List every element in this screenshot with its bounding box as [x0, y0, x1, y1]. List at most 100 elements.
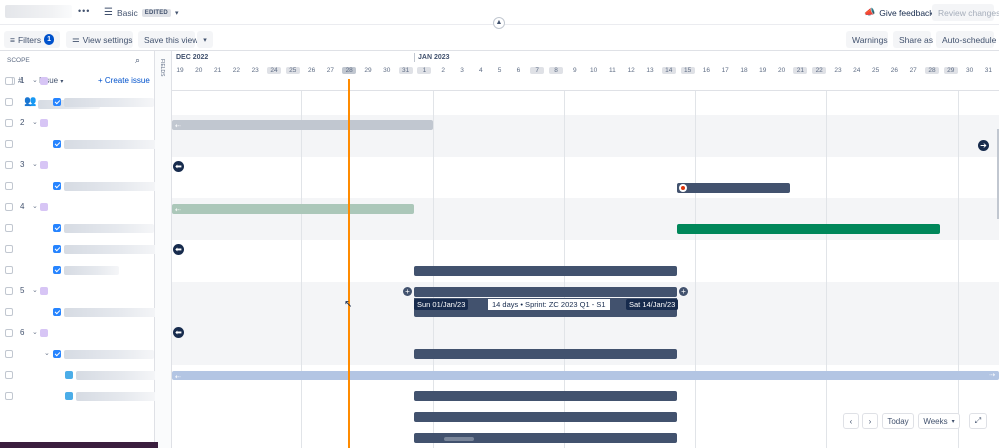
day-label: 8 [549, 67, 563, 74]
scroll-left-button[interactable]: ⬅ [173, 244, 184, 255]
project-name-blurred[interactable] [5, 5, 72, 18]
issue-bar-4b[interactable] [414, 287, 677, 297]
sliders-icon: ⚌ [72, 34, 80, 44]
issue-bar-3[interactable] [677, 224, 940, 234]
auto-schedule-button[interactable]: Auto-schedule [936, 31, 996, 48]
horizontal-scrollbar[interactable] [444, 437, 474, 441]
header-divider [172, 90, 999, 91]
collapse-header-button[interactable]: ▲ [493, 17, 505, 29]
week-gridline [695, 91, 696, 448]
give-feedback-button[interactable]: 📣 Give feedback [858, 4, 934, 21]
prev-period-button[interactable]: ‹ [843, 413, 859, 429]
day-label: 24 [853, 67, 861, 74]
filters-label: Filters [17, 34, 42, 45]
tooltip-start-date: Sun 01/Jan/23 [414, 299, 469, 310]
today-button[interactable]: Today [882, 413, 914, 429]
row-checkbox[interactable] [5, 266, 13, 274]
row-checkbox[interactable] [5, 224, 13, 232]
row-checkbox[interactable] [5, 350, 13, 358]
epic-icon [40, 77, 48, 85]
issue-title-blurred[interactable] [76, 371, 156, 380]
expand-row-icon[interactable]: ⌄ [32, 328, 38, 336]
epic-bar-6[interactable]: ⇠ ⇢ [172, 371, 999, 381]
save-view-button[interactable]: Save this view [138, 31, 198, 48]
row-checkbox[interactable] [5, 308, 13, 316]
fullscreen-button[interactable]: ⤢ [969, 413, 987, 429]
epic-icon [40, 329, 48, 337]
row-checkbox[interactable] [5, 392, 13, 400]
task-checkbox-icon [53, 245, 61, 253]
edited-badge: EDITED [141, 8, 171, 17]
app-window: ••• ☰ Basic EDITED ▾ 📣 Give feedback Rev… [0, 0, 999, 448]
zoom-weeks-select[interactable]: Weeks ▾ [918, 413, 960, 429]
issue-bar-6a[interactable] [414, 391, 677, 401]
epic-bar-1[interactable]: ⇠ [172, 120, 433, 130]
toolbar: ≡ Filters 1 ⚌ View settings Save this vi… [0, 29, 999, 51]
warnings-button[interactable]: Warnings [846, 31, 888, 48]
next-period-button[interactable]: › [862, 413, 878, 429]
day-label: 24 [267, 67, 281, 74]
resize-start-handle[interactable]: + [403, 287, 412, 296]
warnings-label: Warnings [852, 34, 888, 45]
row-checkbox[interactable] [5, 203, 13, 211]
expand-row-icon[interactable]: ⌄ [32, 76, 38, 84]
expand-row-icon[interactable]: ⌄ [32, 160, 38, 168]
day-label: 25 [285, 67, 300, 74]
expand-row-icon[interactable]: ⌄ [32, 118, 38, 126]
view-selector[interactable]: ☰ Basic EDITED ▾ [98, 4, 182, 21]
issue-title-blurred[interactable] [64, 308, 159, 317]
filters-button[interactable]: ≡ Filters 1 [4, 31, 60, 48]
scroll-left-button[interactable]: ⬅ [173, 327, 184, 338]
issue-title-blurred[interactable] [76, 392, 156, 401]
day-label: 5 [497, 67, 502, 74]
arrow-left-icon: ⇠ [175, 123, 181, 130]
row-checkbox[interactable] [5, 161, 13, 169]
epic-bar-3[interactable]: ⇠ [172, 204, 414, 214]
arrow-left-icon: ⬅ [175, 245, 182, 254]
megaphone-icon: 📣 [864, 7, 876, 17]
day-label: 23 [834, 67, 842, 74]
day-label: 21 [213, 67, 222, 74]
issue-title-blurred[interactable] [64, 140, 159, 149]
row-checkbox[interactable] [5, 245, 13, 253]
expand-row-icon[interactable]: ⌄ [32, 202, 38, 210]
scroll-left-button[interactable]: ⬅ [173, 161, 184, 172]
issue-bar-2[interactable] [677, 183, 790, 193]
issue-title-blurred[interactable] [64, 98, 154, 107]
issue-bar-4a[interactable] [414, 266, 677, 276]
issue-bar-5[interactable] [414, 349, 677, 359]
row-checkbox[interactable] [5, 371, 13, 379]
row-checkbox[interactable] [5, 329, 13, 337]
day-label: 22 [812, 67, 827, 74]
share-button[interactable]: Share as [893, 31, 933, 48]
search-icon[interactable]: ⌕ [135, 55, 140, 66]
expand-row-icon[interactable]: ⌄ [44, 349, 50, 357]
resize-end-handle[interactable]: + [679, 287, 688, 296]
issue-title-blurred[interactable] [64, 350, 154, 359]
review-changes-button[interactable]: Review changes [932, 4, 999, 21]
task-checkbox-icon [53, 350, 61, 358]
more-button[interactable]: ••• [78, 6, 90, 16]
row-checkbox[interactable] [5, 119, 13, 127]
issue-title-blurred[interactable] [64, 182, 159, 191]
create-issue-button[interactable]: + Create issue [98, 76, 150, 85]
view-icon: ☰ [104, 7, 113, 18]
issue-title-blurred[interactable] [64, 224, 154, 233]
row-checkbox[interactable] [5, 77, 13, 85]
expand-row-icon[interactable]: ⌄ [32, 286, 38, 294]
scroll-right-button[interactable]: ➔ [978, 140, 989, 151]
day-label: 17 [721, 67, 729, 74]
row-checkbox[interactable] [5, 182, 13, 190]
view-name: Basic [116, 7, 138, 18]
save-view-dropdown[interactable]: ▾ [197, 31, 213, 48]
issue-title-blurred[interactable] [64, 266, 119, 275]
fields-strip[interactable]: FIELDS [155, 51, 172, 448]
row-checkbox[interactable] [5, 140, 13, 148]
row-checkbox[interactable] [5, 98, 13, 106]
row-checkbox[interactable] [5, 287, 13, 295]
view-settings-button[interactable]: ⚌ View settings [66, 31, 133, 48]
issue-title-blurred[interactable] [64, 245, 159, 254]
epic-icon [40, 287, 48, 295]
issue-bar-6b[interactable] [414, 412, 677, 422]
epic-icon [40, 203, 48, 211]
